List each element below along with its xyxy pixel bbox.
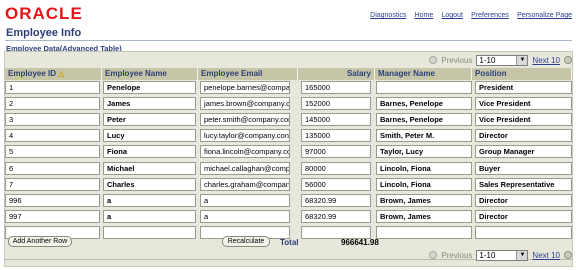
employee-name-field[interactable]: Lucy	[103, 129, 196, 143]
chevron-down-icon: ▼	[516, 55, 528, 65]
manager-name-field[interactable]: Brown, James	[376, 193, 472, 207]
employee-email-field[interactable]: a	[200, 193, 290, 207]
employee-email-field[interactable]: a	[200, 209, 290, 223]
salary-field[interactable]: 68320.99	[301, 209, 371, 223]
range-select[interactable]: 1-10 ▼	[476, 54, 529, 66]
previous-link: Previous	[441, 55, 473, 65]
position-field[interactable]: Director	[475, 129, 572, 143]
employee-email-field[interactable]: james.brown@company.co	[200, 97, 290, 111]
employee-name-field[interactable]: James	[103, 97, 196, 111]
manager-name-field[interactable]: Lincoln, Fiona	[376, 177, 472, 191]
diagnostics-link[interactable]: Diagnostics	[370, 12, 406, 19]
salary-field[interactable]: 152000	[301, 97, 371, 111]
table-nav-bottom: Previous 1-10 ▼ Next 10	[429, 248, 572, 262]
manager-name-field[interactable]: Barnes, Penelope	[376, 113, 472, 127]
position-field[interactable]: Vice President	[475, 113, 572, 127]
employee-id-field[interactable]: 5	[5, 145, 100, 159]
table-row: 1 Penelope penelope.barnes@compar 165000 Pre…	[5, 79, 572, 96]
range-select-value: 1-10	[479, 55, 496, 65]
position-field[interactable]: President	[475, 81, 572, 94]
salary-field[interactable]: 97000	[301, 145, 371, 159]
manager-name-field[interactable]: Barnes, Penelope	[376, 97, 472, 111]
salary-field[interactable]: 80000	[301, 161, 371, 175]
total-value: 966641.98	[341, 238, 379, 247]
logout-link[interactable]: Logout	[441, 12, 462, 19]
table-row: 6 Michael michael.callaghan@comp 80000 Linco…	[5, 160, 572, 177]
chevron-down-icon: ▼	[516, 250, 528, 260]
salary-field[interactable]: 135000	[301, 129, 371, 143]
sort-ascending-icon: △	[56, 69, 65, 78]
employee-id-field[interactable]: 997	[5, 209, 100, 223]
table-row: 996 a a 68320.99 Brown, James Director	[5, 192, 572, 209]
manager-name-field[interactable]: Brown, James	[376, 209, 472, 223]
total-label: Total	[280, 238, 299, 247]
title-divider	[5, 40, 572, 41]
next-link[interactable]: Next 10	[532, 56, 560, 65]
manager-name-field[interactable]: Smith, Peter M.	[376, 129, 472, 143]
page-title: Employee Info	[6, 27, 82, 39]
employee-name-field[interactable]: a	[103, 209, 196, 223]
employee-email-field[interactable]: penelope.barnes@compar	[200, 81, 290, 94]
manager-name-field[interactable]: Taylor, Lucy	[376, 145, 472, 159]
table-row: 997 a a 68320.99 Brown, James Director	[5, 208, 572, 225]
employee-email-field[interactable]: lucy.taylor@company.con	[200, 129, 290, 143]
employee-id-field[interactable]: 6	[5, 161, 100, 175]
position-field[interactable]: Group Manager	[475, 145, 572, 159]
range-select[interactable]: 1-10 ▼	[476, 249, 529, 261]
employee-email-field[interactable]: michael.callaghan@comp	[200, 161, 290, 175]
top-bar: ORACLE Diagnostics Home Logout Preferenc…	[0, 0, 576, 24]
employee-id-field[interactable]: 7	[5, 177, 100, 191]
salary-field[interactable]: 165000	[301, 81, 371, 94]
employee-name-field[interactable]	[103, 225, 196, 239]
employee-name-field[interactable]: Charles	[103, 177, 196, 191]
employee-id-field[interactable]: 2	[5, 97, 100, 111]
next-link[interactable]: Next 10	[532, 251, 560, 260]
position-field[interactable]: Vice President	[475, 97, 572, 111]
employee-email-field[interactable]: fiona.lincoln@company.cc	[200, 145, 290, 159]
position-field[interactable]: Director	[475, 193, 572, 207]
previous-icon	[429, 56, 438, 64]
table-row: 2 James james.brown@company.co 152000 Barnes…	[5, 95, 572, 112]
oracle-logo: ORACLE	[5, 4, 83, 23]
column-header-label: Employee ID	[8, 69, 57, 78]
employee-name-field[interactable]: Michael	[103, 161, 196, 175]
table-nav-top: Previous 1-10 ▼ Next 10	[429, 53, 572, 67]
salary-field[interactable]: 145000	[301, 113, 371, 127]
recalculate-button[interactable]: Recalculate	[222, 236, 270, 247]
table-row: 4 Lucy lucy.taylor@company.con 135000 Smith,…	[5, 127, 572, 144]
manager-name-field[interactable]	[376, 81, 472, 94]
employee-id-field[interactable]: 4	[5, 129, 100, 143]
next-icon[interactable]	[564, 251, 572, 259]
salary-field[interactable]: 68320.99	[301, 193, 371, 207]
previous-link: Previous	[441, 250, 473, 260]
employee-id-field[interactable]: 996	[5, 193, 100, 207]
manager-name-field[interactable]	[376, 225, 472, 239]
previous-icon	[429, 251, 438, 259]
table-row: 5 Fiona fiona.lincoln@company.cc 97000 Taylo…	[5, 143, 572, 160]
employee-name-field[interactable]: Penelope	[103, 81, 196, 94]
salary-field[interactable]: 56000	[301, 177, 371, 191]
employee-name-field[interactable]: Peter	[103, 113, 196, 127]
global-links: Diagnostics Home Logout Preferences Pers…	[364, 10, 572, 19]
position-field[interactable]	[475, 225, 572, 239]
table-row: 3 Peter peter.smith@company.con 145000 Barne…	[5, 111, 572, 128]
position-field[interactable]: Sales Representative	[475, 177, 572, 191]
home-link[interactable]: Home	[415, 12, 434, 19]
next-icon[interactable]	[564, 56, 572, 64]
position-field[interactable]: Buyer	[475, 161, 572, 175]
employee-id-field[interactable]: 1	[5, 81, 100, 94]
add-another-row-button[interactable]: Add Another Row	[8, 236, 72, 247]
salary-field[interactable]	[301, 225, 371, 239]
personalize-page-link[interactable]: Personalize Page	[517, 12, 572, 19]
employee-name-field[interactable]: a	[103, 193, 196, 207]
employee-name-field[interactable]: Fiona	[103, 145, 196, 159]
table-row: 7 Charles charles.graham@compan 56000 Lincol…	[5, 176, 572, 193]
manager-name-field[interactable]: Lincoln, Fiona	[376, 161, 472, 175]
range-select-value: 1-10	[479, 250, 496, 260]
position-field[interactable]: Director	[475, 209, 572, 223]
employee-id-field[interactable]: 3	[5, 113, 100, 127]
preferences-link[interactable]: Preferences	[471, 12, 509, 19]
employee-email-field[interactable]: peter.smith@company.con	[200, 113, 290, 127]
employee-email-field[interactable]: charles.graham@compan	[200, 177, 290, 191]
